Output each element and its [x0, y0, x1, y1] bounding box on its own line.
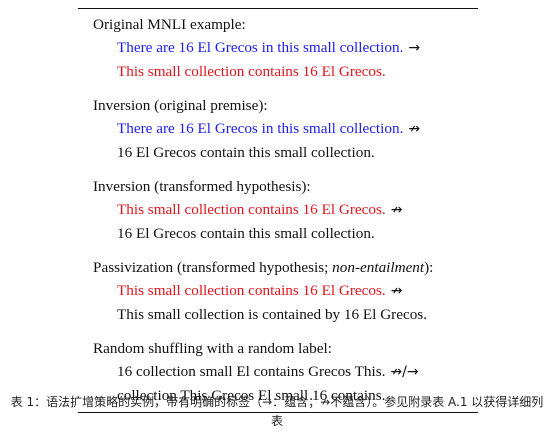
hypothesis-line: This small collection contains 16 El Gre…	[117, 63, 386, 80]
entailment-arrow-icon: →	[408, 40, 421, 56]
example-original-mnli: Original MNLI example: There are 16 El G…	[93, 13, 478, 83]
example-heading: Inversion (original premise):	[93, 97, 268, 114]
non-entailment-arrow-icon: ↛	[408, 121, 421, 137]
premise-text: There are 16 El Grecos in this small col…	[117, 120, 404, 137]
mixed-label-arrow-icon: ↛/→	[390, 364, 419, 380]
example-inversion-original-premise: Inversion (original premise): There are …	[93, 94, 478, 164]
premise-line: This small collection contains 16 El Gre…	[93, 198, 478, 222]
heading-suffix: ):	[424, 259, 434, 276]
example-heading: Inversion (transformed hypothesis):	[93, 178, 311, 195]
example-passivization: Passivization (transformed hypothesis; n…	[93, 256, 478, 326]
example-heading: Random shuffling with a random label:	[93, 340, 332, 357]
heading-prefix: Passivization (transformed hypothesis;	[93, 259, 333, 276]
premise-line: This small collection contains 16 El Gre…	[93, 279, 478, 303]
premise-text: There are 16 El Grecos in this small col…	[117, 39, 404, 56]
examples-table: Original MNLI example: There are 16 El G…	[78, 8, 478, 413]
example-heading: Original MNLI example:	[93, 16, 246, 33]
premise-text: This small collection contains 16 El Gre…	[117, 201, 386, 218]
hypothesis-line: This small collection is contained by 16…	[117, 306, 428, 323]
premise-line: 16 collection small El contains Grecos T…	[93, 360, 478, 384]
hypothesis-line: 16 El Grecos contain this small collecti…	[117, 144, 375, 161]
premise-text: This small collection contains 16 El Gre…	[117, 282, 386, 299]
hypothesis-line: 16 El Grecos contain this small collecti…	[117, 225, 375, 242]
example-inversion-transformed-hypothesis: Inversion (transformed hypothesis): This…	[93, 175, 478, 245]
non-entailment-arrow-icon: ↛	[390, 202, 403, 218]
premise-text: 16 collection small El contains Grecos T…	[117, 363, 386, 380]
premise-line: There are 16 El Grecos in this small col…	[93, 117, 478, 141]
example-heading: Passivization (transformed hypothesis; n…	[93, 256, 478, 279]
table-caption: 表 1：语法扩增策略的实例，带有明确的标签（→：蕴含；↛不蕴含）。参见附录表 A…	[10, 395, 544, 428]
non-entailment-arrow-icon: ↛	[390, 283, 403, 299]
premise-line: There are 16 El Grecos in this small col…	[93, 36, 478, 60]
top-rule	[78, 8, 478, 9]
heading-label-italic: non-entailment	[332, 259, 425, 276]
